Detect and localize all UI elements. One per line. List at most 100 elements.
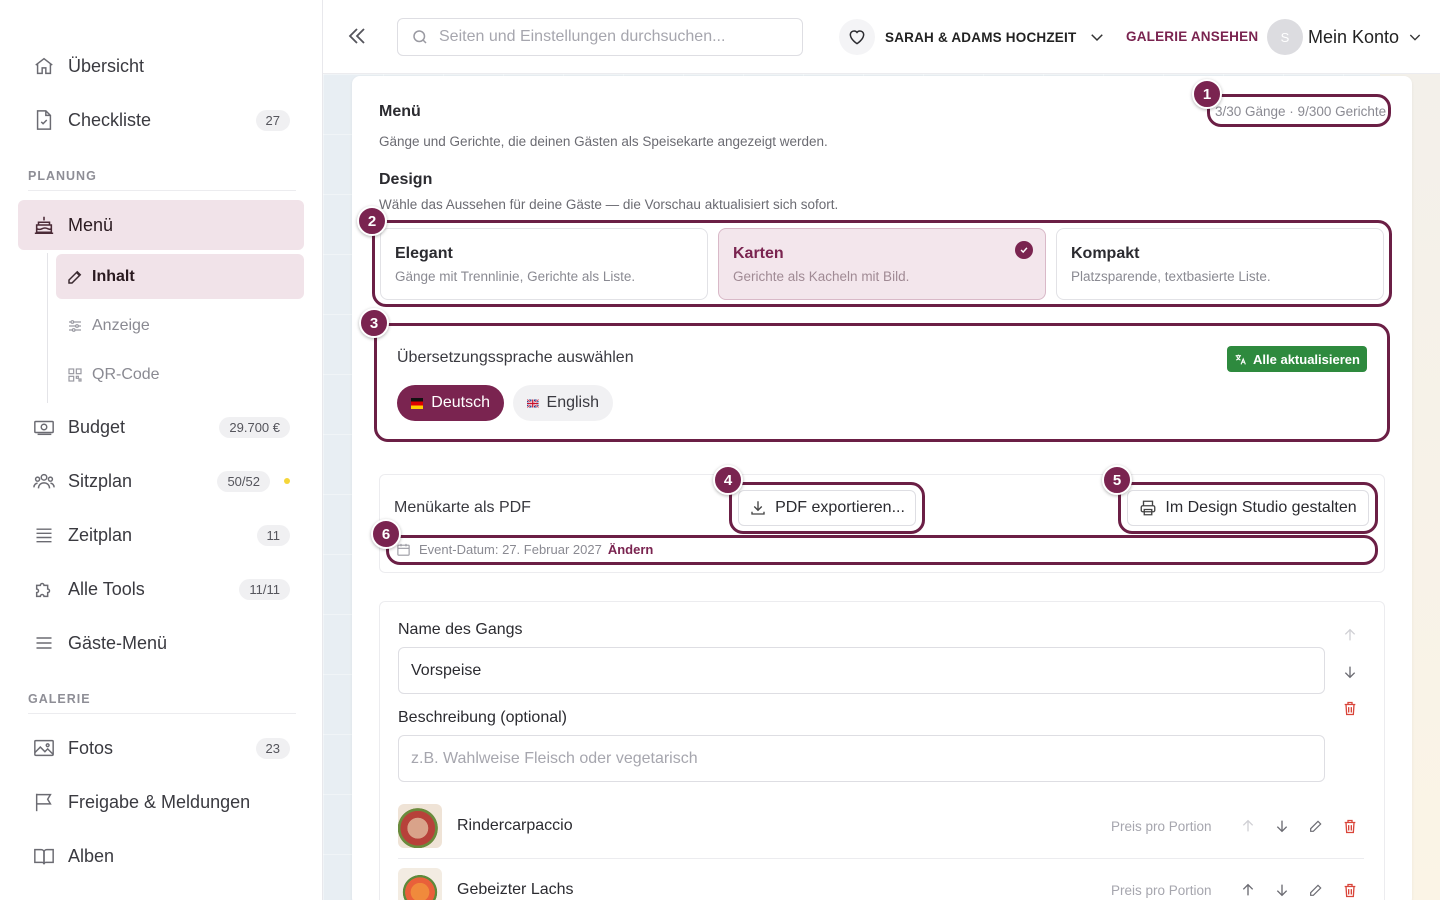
change-date-link[interactable]: Ändern [608, 542, 654, 557]
edit-icon[interactable] [1306, 880, 1326, 900]
sidebar-item-menu[interactable]: Menü [18, 200, 304, 250]
design-option-title: Kompakt [1071, 245, 1140, 262]
course-dish-counter: 3/30 Gänge · 9/300 Gerichte [1215, 104, 1387, 119]
annotation-marker-2: 2 [357, 206, 387, 236]
count-badge: 27 [255, 109, 290, 131]
design-option-elegant[interactable]: Elegant Gänge mit Trennlinie, Gerichte a… [380, 228, 708, 300]
chevron-down-icon [1088, 28, 1106, 46]
dish-name: Rindercarpaccio [457, 817, 573, 834]
pdf-title: Menükarte als PDF [394, 499, 531, 516]
sidebar-item-zeitplan[interactable]: Zeitplan 11 [18, 511, 304, 559]
language-option-deutsch[interactable]: Deutsch [397, 385, 504, 421]
collapse-sidebar-icon[interactable] [345, 24, 369, 48]
pdf-export-button[interactable]: PDF exportieren... [738, 490, 916, 526]
download-icon [749, 499, 767, 517]
sidebar-subitem-qr-code[interactable]: QR-Code [56, 352, 304, 397]
dish-row: Rindercarpaccio Preis pro Portion [398, 800, 1364, 852]
design-option-desc: Gänge mit Trennlinie, Gerichte als Liste… [395, 269, 636, 284]
sidebar-item-alle-tools[interactable]: Alle Tools 11/11 [18, 565, 304, 613]
event-selector[interactable]: SARAH & ADAMS HOCHZEIT [839, 18, 1106, 56]
book-icon [32, 844, 56, 868]
sidebar-item-label: Gäste-Menü [68, 632, 168, 653]
arrow-up-icon[interactable] [1340, 625, 1360, 645]
sidebar-item-alben[interactable]: Alben [18, 832, 304, 880]
design-title: Design [379, 171, 433, 188]
hamburger-icon [32, 631, 56, 655]
design-option-title: Elegant [395, 245, 453, 262]
printer-icon [1139, 499, 1157, 517]
qr-icon [66, 366, 84, 384]
design-studio-label: Im Design Studio gestalten [1165, 499, 1357, 516]
status-dot [284, 478, 290, 484]
dish-name: Gebeizter Lachs [457, 881, 574, 898]
view-gallery-link[interactable]: GALERIE ANSEHEN [1126, 29, 1258, 44]
sidebar-item-sitzplan[interactable]: Sitzplan 50/52 [18, 457, 304, 505]
design-studio-button[interactable]: Im Design Studio gestalten [1127, 490, 1369, 526]
sidebar-item-freigabe[interactable]: Freigabe & Meldungen [18, 778, 304, 826]
design-option-desc: Gerichte als Kacheln mit Bild. [733, 269, 910, 284]
language-label: English [546, 394, 599, 411]
list-icon [32, 523, 56, 547]
cake-icon [32, 213, 56, 237]
sidebar-item-checkliste[interactable]: Checkliste 27 [18, 96, 304, 144]
event-date-row: Event-Datum: 27. Februar 2027 Ändern [396, 542, 653, 557]
sidebar-item-gaeste-menue[interactable]: Gäste-Menü [18, 619, 304, 667]
arrow-down-icon[interactable] [1340, 662, 1360, 682]
account-label: Mein Konto [1308, 26, 1400, 47]
sidebar-item-fotos[interactable]: Fotos 23 [18, 724, 304, 772]
arrow-down-icon[interactable] [1272, 816, 1292, 836]
dish-thumbnail [398, 868, 442, 900]
home-icon [32, 54, 56, 78]
update-all-button[interactable]: Alle aktualisieren [1227, 346, 1367, 372]
submenu-line [47, 253, 48, 403]
sidebar-item-uebersicht[interactable]: Übersicht [18, 42, 304, 90]
sliders-icon [66, 317, 84, 335]
event-name: SARAH & ADAMS HOCHZEIT [885, 29, 1077, 45]
uk-flag-icon [527, 398, 539, 408]
sidebar-item-budget[interactable]: Budget 29.700 € [18, 403, 304, 451]
count-badge: 11/11 [239, 578, 290, 600]
trash-icon[interactable] [1340, 816, 1360, 836]
design-option-kompakt[interactable]: Kompakt Platzsparende, textbasierte List… [1056, 228, 1384, 300]
arrow-up-icon[interactable] [1238, 816, 1258, 836]
dish-thumbnail [398, 804, 442, 848]
design-option-karten[interactable]: Karten Gerichte als Kacheln mit Bild. [718, 228, 1046, 300]
heart-icon [839, 19, 875, 55]
sidebar-item-label: Fotos [68, 737, 114, 758]
german-flag-icon [411, 397, 424, 409]
annotation-marker-3: 3 [359, 308, 389, 338]
checklist-icon [32, 108, 56, 132]
sidebar-subitem-inhalt[interactable]: Inhalt [56, 254, 304, 299]
search-input[interactable] [439, 28, 779, 46]
people-icon [32, 469, 56, 493]
sidebar-subitem-label: Inhalt [92, 267, 135, 285]
sidebar-item-label: Alben [68, 845, 115, 866]
sidebar-subitem-anzeige[interactable]: Anzeige [56, 303, 304, 348]
sidebar-subitem-label: Anzeige [92, 316, 150, 334]
course-name-input[interactable] [398, 647, 1325, 694]
sidebar: Übersicht Checkliste 27 PLANUNG Menü Inh… [0, 0, 323, 900]
sidebar-item-label: Übersicht [68, 55, 145, 76]
arrow-down-icon[interactable] [1272, 880, 1292, 900]
dish-price: Preis pro Portion [1111, 818, 1212, 834]
page-subtitle: Gänge und Gerichte, die deinen Gästen al… [379, 134, 828, 149]
trash-icon[interactable] [1340, 880, 1360, 900]
chevron-down-icon [1407, 29, 1423, 45]
search-icon [411, 28, 429, 46]
edit-icon[interactable] [1306, 816, 1326, 836]
sidebar-subitem-label: QR-Code [92, 365, 160, 383]
account-menu[interactable]: S Mein Konto [1267, 18, 1423, 56]
description-input[interactable] [398, 735, 1325, 782]
count-badge: 23 [255, 737, 290, 759]
divider [398, 858, 1364, 859]
language-option-english[interactable]: English [513, 385, 613, 421]
arrow-up-icon[interactable] [1238, 880, 1258, 900]
divider [28, 190, 296, 191]
pdf-export-label: PDF exportieren... [775, 499, 905, 516]
amount-badge: 29.700 € [219, 416, 290, 438]
sidebar-item-label: Freigabe & Meldungen [68, 791, 251, 812]
money-icon [32, 415, 56, 439]
design-subtitle: Wähle das Aussehen für deine Gäste — die… [379, 197, 839, 212]
trash-icon[interactable] [1340, 698, 1360, 718]
sidebar-item-label: Checkliste [68, 109, 152, 130]
